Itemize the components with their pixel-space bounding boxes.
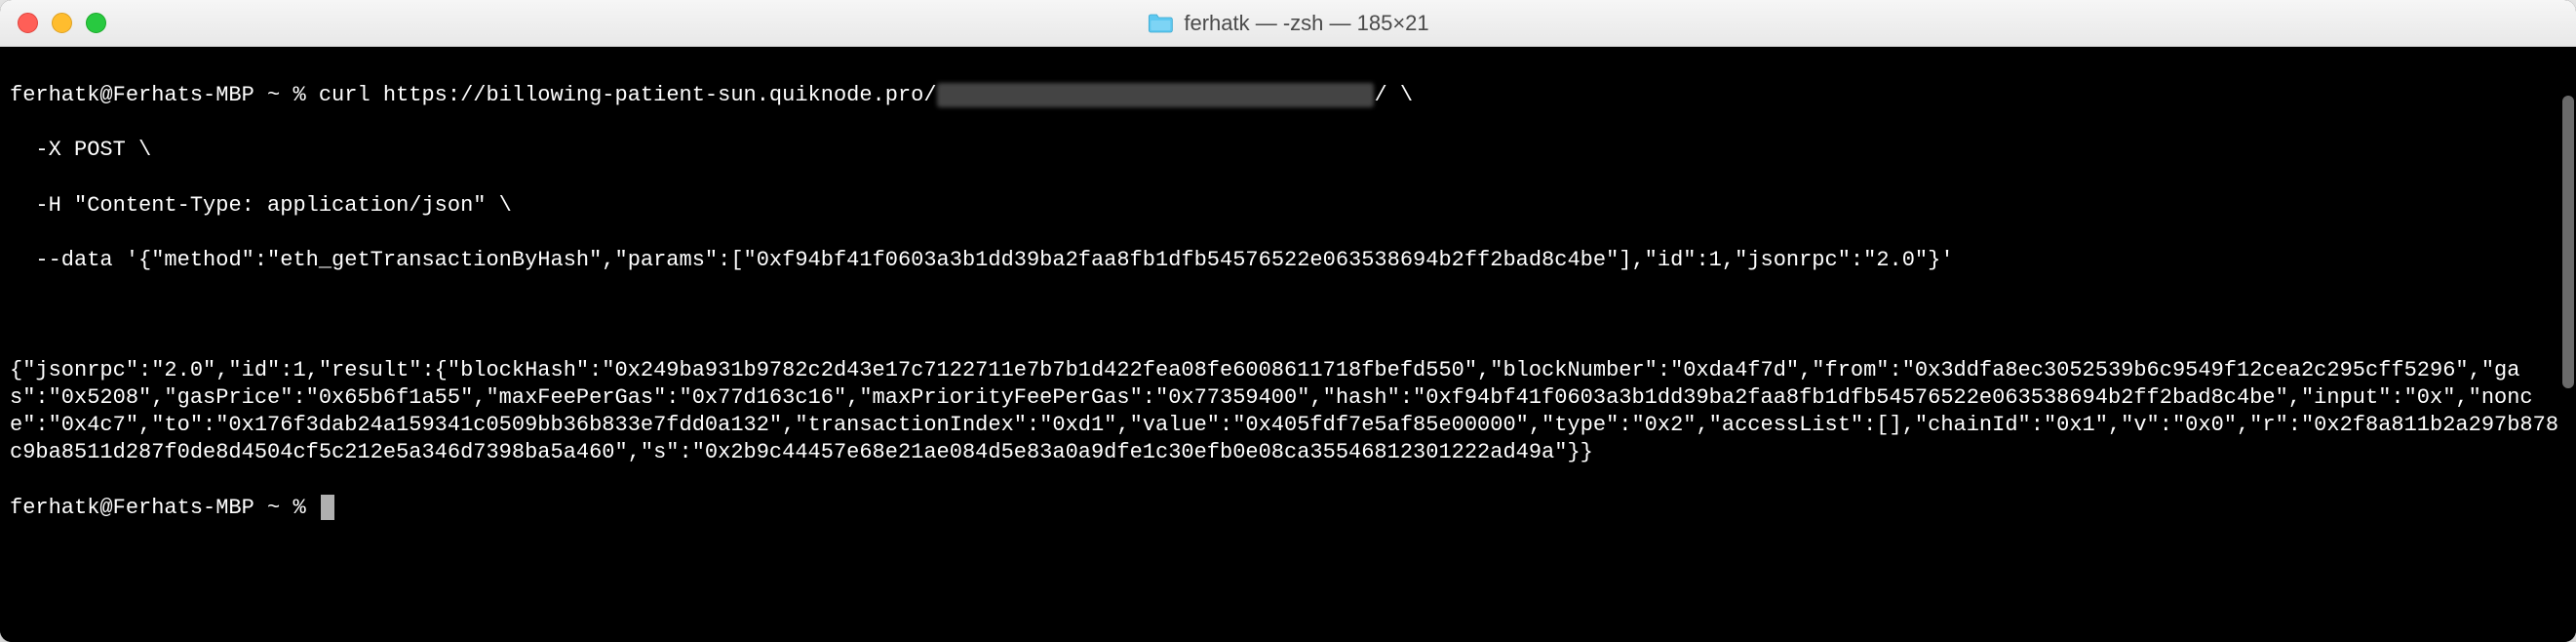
response-output: {"jsonrpc":"2.0","id":1,"result":{"block…: [10, 357, 2566, 467]
command-line-4: --data '{"method":"eth_getTransactionByH…: [10, 247, 2566, 274]
redacted-segment: [937, 83, 1375, 107]
titlebar[interactable]: ferhatk — -zsh — 185×21: [0, 0, 2576, 47]
traffic-lights: [18, 13, 106, 33]
window-title: ferhatk — -zsh — 185×21: [1147, 11, 1428, 36]
blank-line: [10, 301, 2566, 329]
command-line-1: ferhatk@Ferhats-MBP ~ % curl https://bil…: [10, 82, 2566, 109]
window-title-text: ferhatk — -zsh — 185×21: [1184, 11, 1428, 36]
terminal-window: ferhatk — -zsh — 185×21 ferhatk@Ferhats-…: [0, 0, 2576, 642]
prompt: ferhatk@Ferhats-MBP ~ %: [10, 496, 319, 520]
command-line-3: -H "Content-Type: application/json" \: [10, 192, 2566, 220]
folder-icon: [1147, 13, 1174, 34]
scrollbar[interactable]: [2562, 96, 2574, 388]
minimize-icon[interactable]: [52, 13, 72, 33]
terminal-body[interactable]: ferhatk@Ferhats-MBP ~ % curl https://bil…: [0, 47, 2576, 642]
cmd-text: curl https://billowing-patient-sun.quikn…: [319, 83, 937, 107]
maximize-icon[interactable]: [86, 13, 106, 33]
cursor-icon: [321, 495, 334, 520]
command-line-2: -X POST \: [10, 137, 2566, 164]
cmd-text-tail: / \: [1374, 83, 1413, 107]
close-icon[interactable]: [18, 13, 38, 33]
prompt-line-2: ferhatk@Ferhats-MBP ~ %: [10, 495, 2566, 522]
prompt: ferhatk@Ferhats-MBP ~ %: [10, 83, 319, 107]
